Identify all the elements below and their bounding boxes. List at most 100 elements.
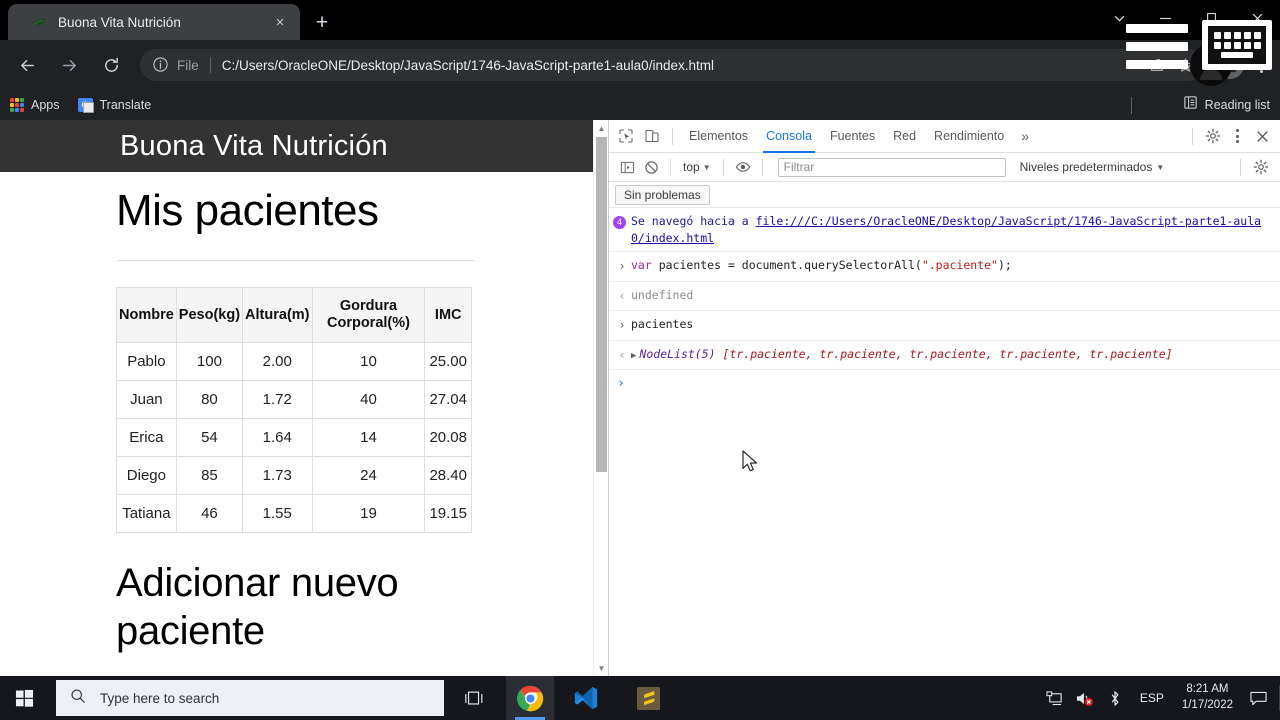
bookmark-apps[interactable]: Apps (10, 98, 60, 112)
cell-gordura: 10 (311, 341, 426, 381)
scrollbar-thumb[interactable] (596, 137, 607, 472)
live-expression-icon[interactable] (731, 155, 755, 179)
apps-grid-icon (10, 98, 24, 112)
cell-imc: 28.40 (424, 455, 472, 495)
omnibox-divider (209, 57, 211, 73)
monitor-network-icon[interactable] (1040, 676, 1070, 720)
console-output-undefined: ‹ undefined (609, 282, 1280, 312)
chrome-icon[interactable] (506, 676, 554, 720)
tab-rendimiento[interactable]: Rendimiento (925, 120, 1013, 153)
navigation-message-text: Se navegó hacia a (631, 214, 756, 228)
volume-muted-icon[interactable] (1070, 676, 1100, 720)
clock[interactable]: 8:21 AM 1/17/2022 (1174, 682, 1241, 713)
info-circle-icon[interactable] (152, 56, 170, 74)
cell-imc: 25.00 (424, 341, 472, 381)
sublime-text-icon[interactable] (624, 676, 672, 720)
log-levels-dropdown[interactable]: Niveles predeterminados ▼ (1020, 160, 1165, 174)
address-bar[interactable]: File C:/Users/OracleONE/Desktop/JavaScri… (140, 49, 1204, 81)
inspect-element-icon[interactable] (613, 123, 639, 149)
devtools-tabbar-actions (1185, 123, 1276, 149)
url-scheme-label: File (177, 57, 199, 73)
scroll-down-icon[interactable]: ▼ (594, 660, 608, 676)
clear-console-icon[interactable] (639, 155, 663, 179)
tab-fuentes[interactable]: Fuentes (821, 120, 884, 153)
column-header-altura: Altura(m) (242, 287, 313, 343)
bookmark-label: Translate (99, 98, 152, 112)
console-sidebar-icon[interactable] (615, 155, 639, 179)
cell-altura: 1.64 (242, 417, 313, 457)
reload-button[interactable] (94, 48, 128, 82)
overlay-menu-icon[interactable] (1126, 24, 1188, 69)
chevron-down-icon: ▼ (1156, 162, 1165, 172)
google-translate-icon: G (77, 98, 94, 113)
device-toolbar-icon[interactable] (639, 123, 665, 149)
cell-peso: 85 (175, 455, 244, 495)
on-screen-keyboard-icon[interactable] (1202, 20, 1272, 70)
leaf-icon (32, 14, 48, 30)
divider (118, 260, 474, 262)
issues-chip[interactable]: Sin problemas (615, 184, 710, 205)
console-settings-gear-icon[interactable] (1248, 154, 1274, 180)
tab-strip: Buona Vita Nutrición × + (0, 0, 1280, 40)
console-prompt[interactable]: › (609, 370, 1280, 397)
console-log[interactable]: 4 Se navegó hacia a file:///C:/Users/Ora… (609, 208, 1280, 676)
cell-peso: 80 (175, 379, 244, 419)
reading-list-button[interactable]: Reading list (1183, 95, 1270, 115)
cell-gordura: 40 (311, 379, 426, 419)
output-caret-icon: ‹ (618, 288, 626, 303)
table-row: Erica 54 1.64 14 20.08 (116, 417, 472, 457)
column-header-peso: Peso(kg) (175, 287, 244, 343)
forward-button[interactable] (52, 48, 86, 82)
nodelist-output[interactable]: ▶ NodeList(5) [tr.paciente, tr.paciente, … (631, 346, 1274, 363)
execution-context-selector[interactable]: top ▼ (678, 160, 716, 174)
page-scrollbar[interactable]: ▲ ▼ (593, 120, 608, 676)
new-tab-button[interactable]: + (308, 9, 336, 37)
expand-triangle-icon[interactable]: ▶ (631, 350, 636, 363)
console-filter-input[interactable]: Filtrar (777, 157, 1006, 177)
console-output-nodelist: ‹ ▶ NodeList(5) [tr.paciente, tr.paciente… (609, 341, 1280, 370)
info-badge: 4 (613, 213, 631, 229)
vscode-icon[interactable] (562, 676, 610, 720)
issues-status-bar: Sin problemas (609, 182, 1280, 208)
navigation-message: Se navegó hacia a file:///C:/Users/Oracl… (631, 213, 1274, 246)
page-title: Mis pacientes (116, 186, 379, 235)
tab-red[interactable]: Red (884, 120, 925, 153)
cell-nombre: Diego (116, 455, 177, 495)
cell-nombre: Juan (116, 379, 177, 419)
cell-gordura: 24 (311, 455, 426, 495)
console-toolbar-actions (1233, 154, 1274, 180)
browser-tab[interactable]: Buona Vita Nutrición × (8, 4, 300, 40)
back-button[interactable] (10, 48, 44, 82)
language-indicator[interactable]: ESP (1130, 691, 1174, 705)
cell-nombre: Erica (116, 417, 177, 457)
action-center-icon[interactable] (1241, 676, 1275, 720)
code-string: ".paciente" (921, 258, 998, 273)
scroll-up-icon[interactable]: ▲ (594, 120, 608, 136)
tab-consola[interactable]: Consola (757, 120, 821, 153)
console-input-code: pacientes (631, 317, 694, 332)
cell-imc: 20.08 (424, 417, 472, 457)
input-caret-icon: › (618, 259, 626, 274)
kebab-menu-icon[interactable] (1226, 123, 1248, 149)
browser-toolbar: File C:/Users/OracleONE/Desktop/JavaScri… (0, 40, 1280, 90)
bluetooth-icon[interactable] (1100, 676, 1130, 720)
toolbar-divider (672, 127, 673, 145)
close-devtools-icon[interactable] (1248, 123, 1276, 149)
more-tabs-button[interactable]: » (1013, 120, 1037, 153)
chrome-browser-window: Buona Vita Nutrición × + File C:/Users/O… (0, 0, 1280, 676)
console-message-navigation: 4 Se navegó hacia a file:///C:/Users/Ora… (609, 208, 1280, 253)
tab-close-icon[interactable]: × (270, 12, 290, 32)
gear-icon[interactable] (1200, 123, 1226, 149)
search-input[interactable]: Type here to search (56, 680, 444, 716)
windows-start-icon[interactable] (0, 676, 48, 720)
cell-nombre: Tatiana (116, 493, 177, 533)
tab-elementos[interactable]: Elementos (680, 120, 757, 153)
bookmarks-bar: Apps G Translate Reading list (0, 90, 1280, 120)
bookmark-translate[interactable]: G Translate (77, 98, 152, 113)
context-label: top (683, 160, 700, 174)
search-placeholder: Type here to search (100, 690, 220, 706)
task-view-icon[interactable] (452, 676, 496, 720)
patients-table: Nombre Peso(kg) Altura(m) Gordura Corpor… (116, 287, 472, 533)
prompt-caret-icon: › (617, 375, 625, 391)
devtools-panel: Elementos Consola Fuentes Red Rendimient… (608, 120, 1280, 676)
